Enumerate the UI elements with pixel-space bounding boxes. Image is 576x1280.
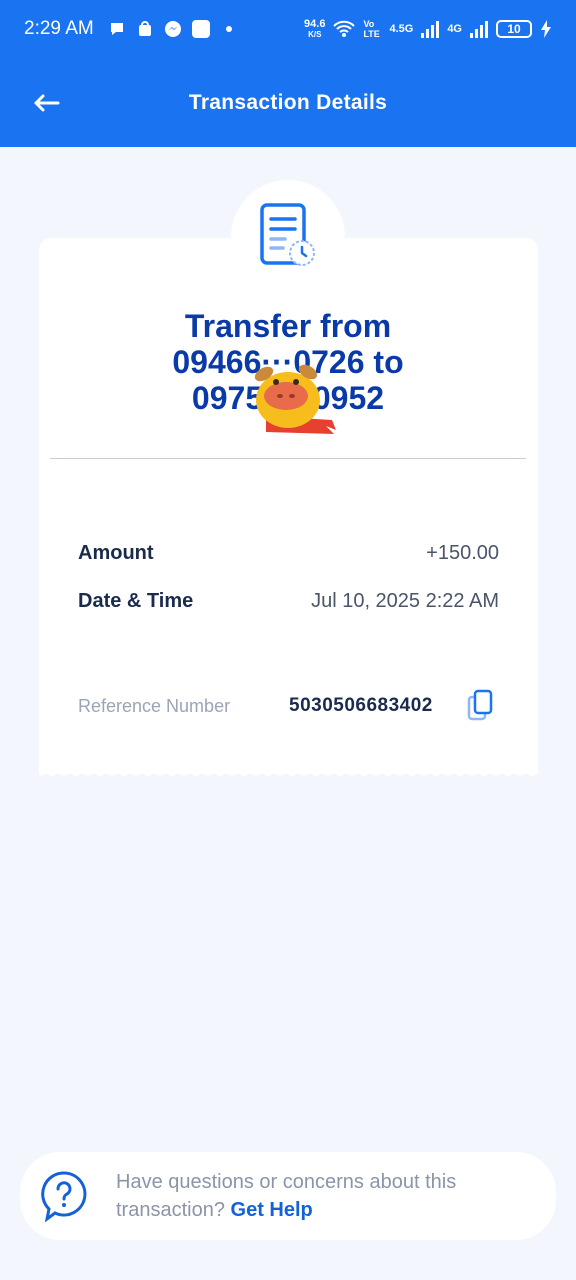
status-time: 2:29 AM [24,18,94,39]
header: Transaction Details [0,58,576,147]
datetime-label: Date & Time [78,590,194,612]
help-box: Have questions or concerns about this tr… [20,1152,556,1240]
charging-icon [541,20,551,38]
net-speed-unit: K/S [308,29,322,39]
amount-label: Amount [78,542,154,564]
messenger-icon [164,21,181,37]
status-bar: 2:29 AM 94.6 K/S Vo LTE 4.5G 4G 10 [0,0,576,58]
net-speed-value: 94.6 [304,17,326,30]
page-title: Transaction Details [188,90,388,114]
signal-icon-2 [470,20,488,38]
help-question-icon [41,1171,87,1222]
document-clock-icon [260,203,315,266]
battery-level: 10 [507,22,521,36]
app-bar: 2:29 AM 94.6 K/S Vo LTE 4.5G 4G 10 Trans… [0,0,576,147]
volte-label: Vo LTE [363,19,380,39]
notification-icons [108,20,232,38]
datetime-row: Date & Time Jul 10, 2025 2:22 AM [78,590,499,613]
more-notifications-dot [225,26,232,32]
shopping-bag-icon [138,21,151,36]
battery-icon: 10 [496,20,532,38]
amount-value: +150.00 [426,542,499,564]
receipt-divider [50,458,526,459]
datetime-value: Jul 10, 2025 2:22 AM [311,590,499,612]
net-speed: 94.6 K/S [304,17,326,40]
system-status: 94.6 K/S Vo LTE 4.5G 4G 10 [304,17,552,40]
app-square-icon [191,20,210,38]
back-button[interactable] [26,86,66,120]
help-text-block: Have questions or concerns about this tr… [116,1168,536,1224]
receipt-icon-bubble [231,180,345,294]
transfer-title-line-1: Transfer from [184,308,392,344]
reference-value: 5030506683402 [289,695,433,716]
receipt-torn-edge [39,766,538,776]
wifi-icon [333,20,356,37]
arrow-left-icon [34,94,60,112]
chat-icon [110,23,123,35]
network-label-2: 4G [447,23,462,35]
signal-icon-1 [421,20,440,38]
mascot-sticker [254,364,336,434]
network-label-1: 4.5G [389,23,414,35]
copy-reference-button[interactable] [466,689,496,723]
amount-row: Amount +150.00 [78,542,499,565]
get-help-link[interactable]: Get Help [231,1199,313,1221]
reference-label: Reference Number [78,696,231,716]
copy-icon [467,689,493,721]
